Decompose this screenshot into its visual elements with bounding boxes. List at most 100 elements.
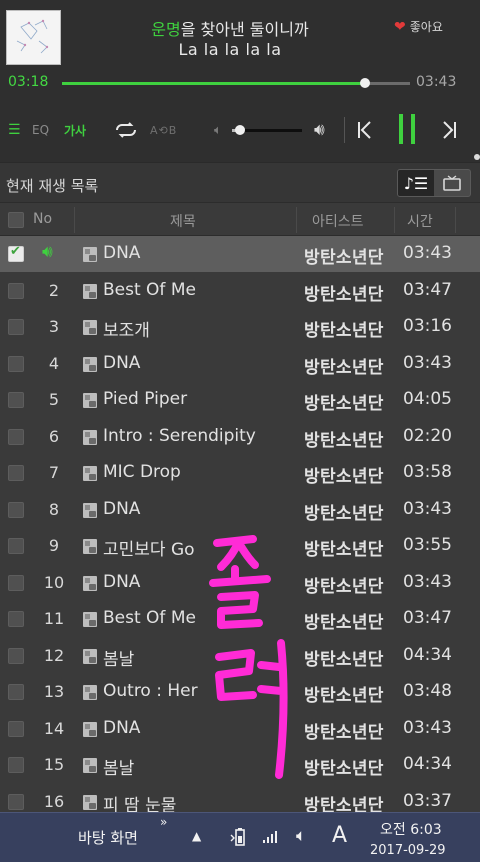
row-checkbox[interactable] [8, 465, 24, 481]
now-playing-speaker-icon: 🔊︎ [42, 242, 53, 262]
music-list-icon[interactable]: ♪☰ [398, 170, 434, 196]
mute-icon[interactable]: 🔈︎ [214, 117, 222, 143]
column-no[interactable]: No [33, 211, 52, 227]
playlist-row[interactable]: 14 DNA 방탄소년단 03:43 [0, 711, 480, 747]
row-checkbox[interactable] [8, 720, 24, 737]
file-icon [83, 320, 97, 335]
row-checkbox[interactable] [8, 244, 24, 262]
progress-bar[interactable] [62, 78, 410, 88]
playlist-row[interactable]: 🔊︎ DNA 방탄소년단 03:43 [0, 236, 480, 272]
desktop-toolbar-label[interactable]: 바탕 화면 [78, 827, 138, 848]
volume-knob[interactable] [235, 125, 246, 135]
song-time: 03:43 [403, 243, 452, 263]
row-checkbox[interactable] [8, 282, 24, 299]
playlist-row[interactable]: 8 DNA 방탄소년단 03:43 [0, 492, 480, 528]
file-icon [83, 429, 97, 445]
row-number: 16 [43, 791, 65, 811]
show-hidden-icons-icon[interactable]: ▲ [192, 829, 201, 843]
input-method-indicator[interactable]: A [332, 823, 347, 848]
ab-repeat-button[interactable]: A⟲B [150, 117, 177, 143]
file-icon [83, 648, 97, 664]
playlist-row[interactable]: 7 MIC Drop 방탄소년단 03:58 [0, 455, 480, 491]
column-title[interactable]: 제목 [170, 211, 196, 231]
select-all-checkbox[interactable] [8, 212, 24, 228]
next-icon[interactable] [440, 117, 458, 143]
row-number: 13 [43, 682, 65, 701]
song-artist: 방탄소년단 [304, 321, 384, 341]
file-icon [83, 283, 97, 299]
song-artist: 방탄소년단 [304, 394, 384, 414]
song-title: DNA [103, 352, 141, 373]
battery-icon[interactable] [230, 827, 250, 851]
playlist-row[interactable]: 5 Pied Piper 방탄소년단 04:05 [0, 382, 480, 418]
playlist-row[interactable]: 2 Best Of Me 방탄소년단 03:47 [0, 273, 480, 309]
file-icon [83, 356, 97, 372]
progress-knob[interactable] [359, 78, 370, 88]
divider [344, 117, 345, 143]
song-time: 03:16 [403, 316, 452, 336]
repeat-icon[interactable] [114, 117, 138, 143]
song-artist: 방탄소년단 [304, 284, 384, 305]
row-checkbox[interactable] [8, 355, 24, 372]
row-number: 2 [48, 280, 60, 300]
playlist-row[interactable]: 13 Outro : Her 방탄소년단 03:48 [0, 674, 480, 710]
resize-handle[interactable] [474, 154, 480, 160]
row-checkbox[interactable] [8, 319, 24, 335]
row-checkbox[interactable] [8, 501, 24, 518]
column-divider [394, 207, 395, 233]
row-checkbox[interactable] [8, 757, 24, 773]
playlist-row[interactable]: 9 고민보다 Go 방탄소년단 03:55 [0, 528, 480, 564]
eq-button[interactable]: EQ [32, 117, 49, 143]
song-title: Intro : Serendipity [103, 425, 256, 446]
list-icon[interactable]: ☰ [8, 117, 21, 143]
song-artist: 방탄소년단 [304, 467, 384, 487]
row-number: 5 [48, 390, 60, 409]
previous-icon[interactable] [356, 117, 374, 143]
row-checkbox[interactable] [8, 392, 24, 408]
column-artist[interactable]: 아티스트 [312, 211, 364, 231]
row-checkbox[interactable] [8, 428, 24, 445]
playlist-row[interactable]: 15 봄날 방탄소년단 04:34 [0, 747, 480, 783]
song-time: 03:48 [403, 681, 452, 701]
row-checkbox[interactable] [8, 647, 24, 664]
row-checkbox[interactable] [8, 684, 24, 700]
song-artist: 방탄소년단 [304, 686, 384, 706]
network-icon[interactable] [262, 829, 280, 843]
heart-icon: ❤ [394, 18, 406, 35]
playlist-row[interactable]: 12 봄날 방탄소년단 04:34 [0, 638, 480, 674]
song-title: Outro : Her [103, 681, 198, 701]
row-checkbox[interactable] [8, 538, 24, 554]
volume-tray-icon[interactable]: 🔈︎ [296, 826, 306, 846]
pause-icon[interactable] [396, 114, 420, 144]
row-number: 14 [43, 718, 65, 738]
song-title: DNA [103, 243, 141, 263]
lyric-rest: 을 찾아낸 둘이니까 [180, 20, 309, 39]
row-checkbox[interactable] [8, 574, 24, 591]
playlist-row[interactable]: 10 DNA 방탄소년단 03:43 [0, 565, 480, 601]
clock-time[interactable]: 오전 6:03 [380, 819, 442, 839]
volume-icon[interactable]: 🔊︎ [314, 117, 325, 143]
tv-icon[interactable] [434, 170, 470, 196]
clock-date[interactable]: 2017-09-29 [370, 843, 446, 858]
lyrics-button[interactable]: 가사 [64, 117, 86, 143]
song-artist: 방탄소년단 [304, 722, 384, 743]
playlist-row[interactable]: 11 Best Of Me 방탄소년단 03:47 [0, 601, 480, 637]
song-time: 03:47 [403, 279, 452, 300]
file-icon [83, 502, 97, 518]
like-button[interactable]: ❤ 좋아요 [394, 18, 443, 35]
row-checkbox[interactable] [8, 793, 24, 810]
playlist-row[interactable]: 6 Intro : Serendipity 방탄소년단 02:20 [0, 419, 480, 455]
file-icon [83, 539, 97, 554]
row-checkbox[interactable] [8, 611, 24, 627]
player-panel: 운명을 찾아낸 둘이니까 La la la la la ❤ 좋아요 03:18 … [0, 0, 480, 162]
column-time[interactable]: 시간 [407, 211, 433, 231]
song-artist: 방탄소년단 [304, 649, 384, 670]
file-icon [83, 612, 97, 627]
row-number: 7 [48, 463, 60, 482]
playlist-row[interactable]: 4 DNA 방탄소년단 03:43 [0, 346, 480, 382]
volume-slider[interactable] [232, 125, 302, 135]
playlist-row[interactable]: 3 보조개 방탄소년단 03:16 [0, 309, 480, 345]
file-icon [83, 575, 97, 591]
toolbar-chevron-icon[interactable]: » [160, 815, 167, 829]
album-art[interactable] [6, 10, 61, 65]
